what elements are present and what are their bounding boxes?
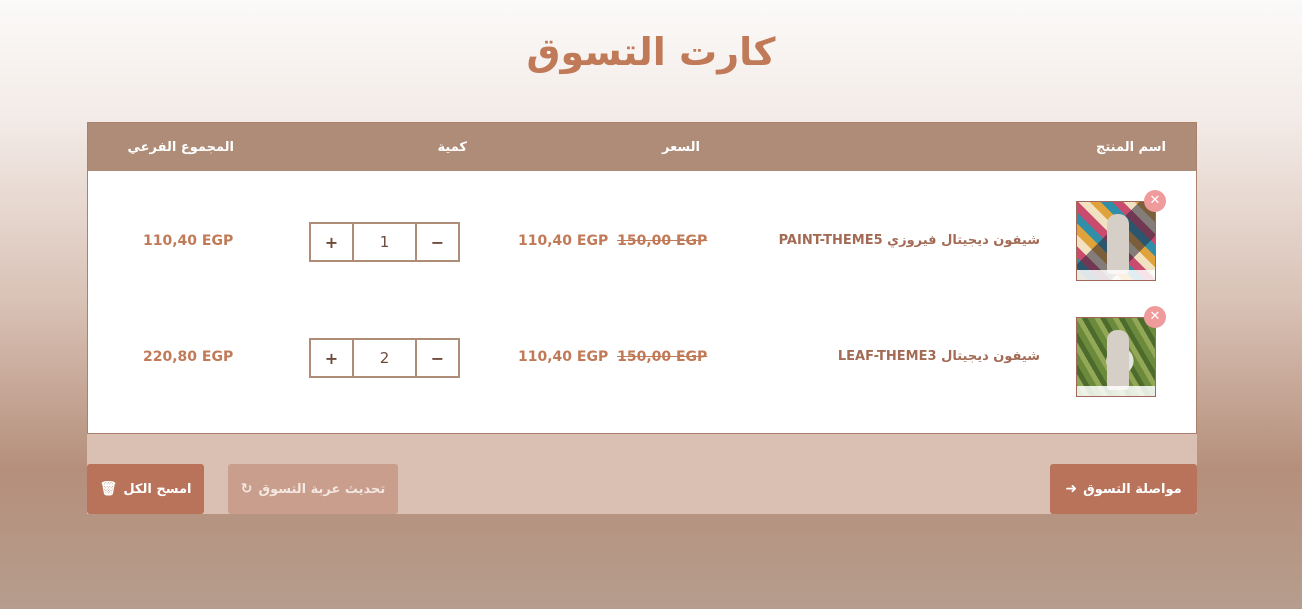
update-cart-button[interactable]: تحديث عربة التسوق ↻ — [228, 464, 398, 514]
header-quantity: كمية — [437, 140, 467, 155]
close-icon: ✕ — [1149, 309, 1161, 324]
thumbnail-caption-strip — [1077, 386, 1155, 396]
quantity-stepper: + 1 − — [309, 222, 460, 262]
header-subtotal: المجموع الفرعي — [127, 140, 234, 155]
header-price: السعر — [662, 140, 700, 155]
thumbnail-caption-strip — [1077, 270, 1155, 280]
product-name[interactable]: شيفون ديجيتال فيروزي PAINT-THEME5 — [779, 233, 1040, 248]
clear-all-label: امسح الكل — [123, 481, 192, 497]
model-figure — [1107, 214, 1129, 274]
quantity-increase-button[interactable]: + — [311, 340, 354, 376]
remove-item-button[interactable]: ✕ — [1144, 306, 1166, 328]
continue-shopping-button[interactable]: مواصلة التسوق ➜ — [1050, 464, 1197, 514]
cart-row: ✕ شيفون ديجيتال فيروزي PAINT-THEME5 110,… — [88, 190, 1196, 281]
product-price: 110,40 EGP 150,00 EGP — [518, 349, 707, 365]
header-product-name: اسم المنتج — [1096, 140, 1166, 155]
trash-icon: 🗑 — [99, 481, 118, 497]
continue-shopping-label: مواصلة التسوق — [1083, 481, 1182, 497]
remove-item-button[interactable]: ✕ — [1144, 190, 1166, 212]
refresh-icon: ↻ — [240, 481, 253, 497]
clear-all-button[interactable]: امسح الكل 🗑 — [87, 464, 204, 514]
row-subtotal: 110,40 EGP — [143, 233, 234, 249]
cart-actions-bar: مواصلة التسوق ➜ تحديث عربة التسوق ↻ امسح… — [87, 434, 1197, 514]
quantity-input[interactable]: 2 — [354, 340, 415, 376]
quantity-decrease-button[interactable]: − — [415, 340, 458, 376]
cart-table: اسم المنتج السعر كمية المجموع الفرعي ✕ ش… — [87, 122, 1197, 434]
quantity-increase-button[interactable]: + — [311, 224, 354, 260]
close-icon: ✕ — [1149, 193, 1161, 208]
price-current: 110,40 EGP — [518, 233, 609, 249]
model-figure — [1107, 330, 1129, 390]
product-thumbnail[interactable] — [1076, 201, 1156, 281]
product-price: 110,40 EGP 150,00 EGP — [518, 233, 707, 249]
quantity-decrease-button[interactable]: − — [415, 224, 458, 260]
arrow-left-icon: ➜ — [1065, 481, 1078, 497]
product-name[interactable]: شيفون ديجيتال LEAF-THEME3 — [838, 349, 1040, 364]
cart-row: ✕ شيفون ديجيتال LEAF-THEME3 110,40 EGP 1… — [88, 306, 1196, 397]
price-old: 150,00 EGP — [617, 349, 708, 365]
update-cart-label: تحديث عربة التسوق — [258, 481, 386, 497]
row-subtotal: 220,80 EGP — [143, 349, 234, 365]
quantity-stepper: + 2 − — [309, 338, 460, 378]
product-thumbnail[interactable] — [1076, 317, 1156, 397]
cart-table-header: اسم المنتج السعر كمية المجموع الفرعي — [88, 123, 1196, 171]
quantity-input[interactable]: 1 — [354, 224, 415, 260]
page-title: كارت التسوق — [526, 30, 776, 74]
price-current: 110,40 EGP — [518, 349, 609, 365]
price-old: 150,00 EGP — [617, 233, 708, 249]
